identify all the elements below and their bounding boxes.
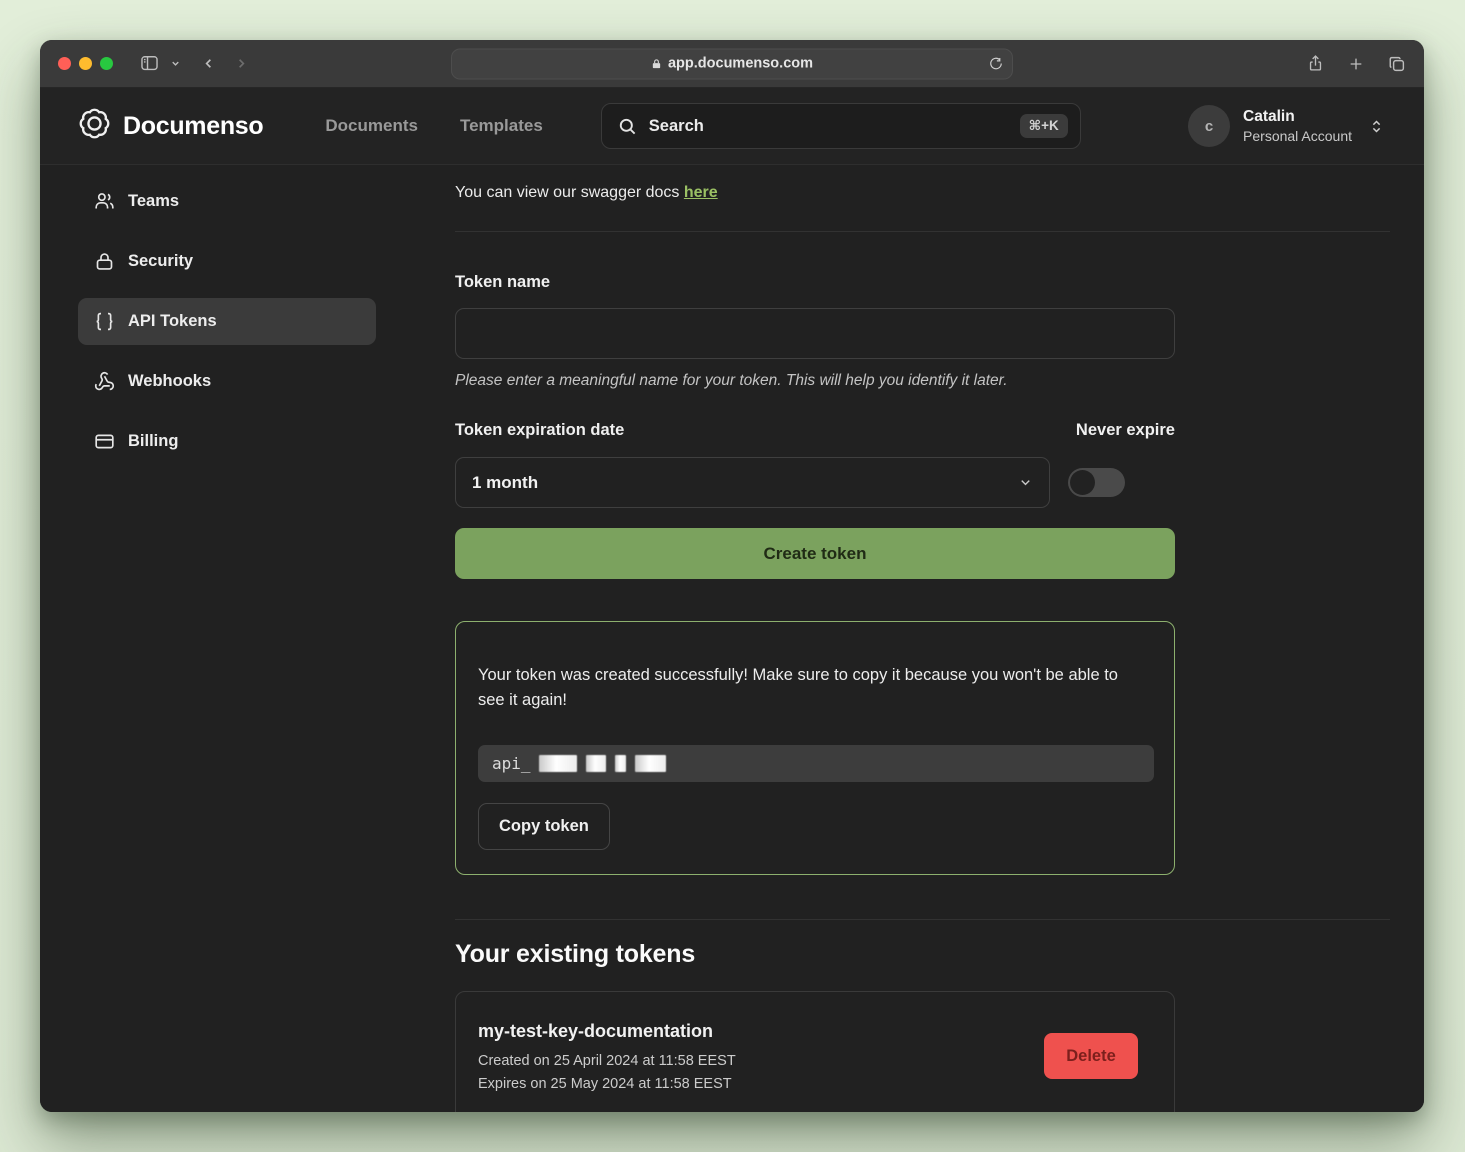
browser-toolbar: app.documenso.com [40,40,1424,88]
api-tokens-panel: You can view our swagger docs here Token… [415,165,1424,1112]
redacted-token [539,755,666,772]
token-value-field[interactable]: api_ [478,745,1154,782]
token-name-label: Token name [455,273,1175,292]
swagger-docs-text: You can view our swagger docs here [455,179,1390,202]
existing-tokens-heading: Your existing tokens [455,940,1390,969]
search-input[interactable]: Search ⌘+K [601,103,1081,149]
users-icon [94,191,115,212]
divider [455,231,1390,232]
never-expire-label: Never expire [1076,421,1175,440]
create-token-button[interactable]: Create token [455,528,1175,579]
sidebar-item-api-tokens[interactable]: API Tokens [78,298,376,345]
account-name: Catalin [1243,107,1352,127]
search-icon [618,117,637,136]
window-controls [58,57,113,70]
token-created-message: Your token was created successfully! Mak… [478,663,1148,713]
expiration-label: Token expiration date [455,421,624,440]
token-created-alert: Your token was created successfully! Mak… [455,621,1175,875]
documenso-logo-icon [78,107,111,145]
sidebar-item-label: Security [128,252,193,271]
chevron-down-icon [1018,475,1033,490]
token-created-date: Created on 25 April 2024 at 11:58 EEST [478,1053,1044,1069]
divider [455,919,1390,920]
tab-overview-icon[interactable] [1388,55,1406,73]
sidebar-item-billing[interactable]: Billing [78,418,376,465]
url-text: app.documenso.com [668,56,813,72]
account-type: Personal Account [1243,127,1352,145]
forward-button[interactable] [234,55,249,72]
braces-icon [94,311,115,332]
account-menu[interactable]: c Catalin Personal Account [1188,105,1384,147]
token-name-helper: Please enter a meaningful name for your … [455,372,1175,390]
main-nav: Documents Templates [325,116,542,136]
settings-sidebar: Teams Security API Tokens [40,165,415,1112]
back-button[interactable] [201,55,216,72]
token-name: my-test-key-documentation [478,1021,1044,1042]
sidebar-item-teams[interactable]: Teams [78,178,376,225]
brand-logo[interactable]: Documenso [78,107,263,145]
new-tab-icon[interactable] [1348,56,1364,72]
sidebar-toggle-icon[interactable] [139,54,160,73]
expiration-value: 1 month [472,473,538,493]
sidebar-menu-chevron-icon[interactable] [170,58,181,69]
tls-lock-icon [651,57,662,70]
avatar: c [1188,105,1230,147]
sidebar-item-label: API Tokens [128,312,217,331]
nav-templates[interactable]: Templates [460,116,543,136]
reload-icon[interactable] [989,57,1003,71]
close-window-button[interactable] [58,57,71,70]
credit-card-icon [94,431,115,452]
token-list-item: my-test-key-documentation Created on 25 … [455,991,1175,1113]
webhook-icon [94,371,115,392]
address-bar[interactable]: app.documenso.com [451,48,1013,79]
sidebar-item-label: Teams [128,192,179,211]
browser-window: app.documenso.com [40,40,1424,1112]
zoom-window-button[interactable] [100,57,113,70]
search-placeholder: Search [649,117,704,136]
lock-icon [94,251,115,272]
brand-name: Documenso [123,112,263,141]
page-content: Teams Security API Tokens [40,165,1424,1112]
never-expire-toggle[interactable] [1068,468,1125,497]
swagger-text: You can view our swagger docs [455,184,684,201]
sidebar-item-webhooks[interactable]: Webhooks [78,358,376,405]
minimize-window-button[interactable] [79,57,92,70]
share-icon[interactable] [1307,54,1324,73]
search-shortcut-badge: ⌘+K [1020,114,1068,138]
expiration-select[interactable]: 1 month [455,457,1050,508]
token-prefix: api_ [492,754,531,773]
sidebar-item-label: Billing [128,432,178,451]
token-name-input[interactable] [455,308,1175,359]
sidebar-item-security[interactable]: Security [78,238,376,285]
sidebar-item-label: Webhooks [128,372,211,391]
toggle-knob [1070,470,1095,495]
swagger-docs-link[interactable]: here [684,184,718,201]
nav-documents[interactable]: Documents [325,116,418,136]
delete-token-button[interactable]: Delete [1044,1033,1138,1079]
chevrons-up-down-icon [1369,119,1384,134]
token-expires-date: Expires on 25 May 2024 at 11:58 EEST [478,1076,1044,1092]
app-header: Documenso Documents Templates Search ⌘+K… [40,88,1424,165]
copy-token-button[interactable]: Copy token [478,803,610,850]
desktop-background: app.documenso.com [0,0,1465,1152]
